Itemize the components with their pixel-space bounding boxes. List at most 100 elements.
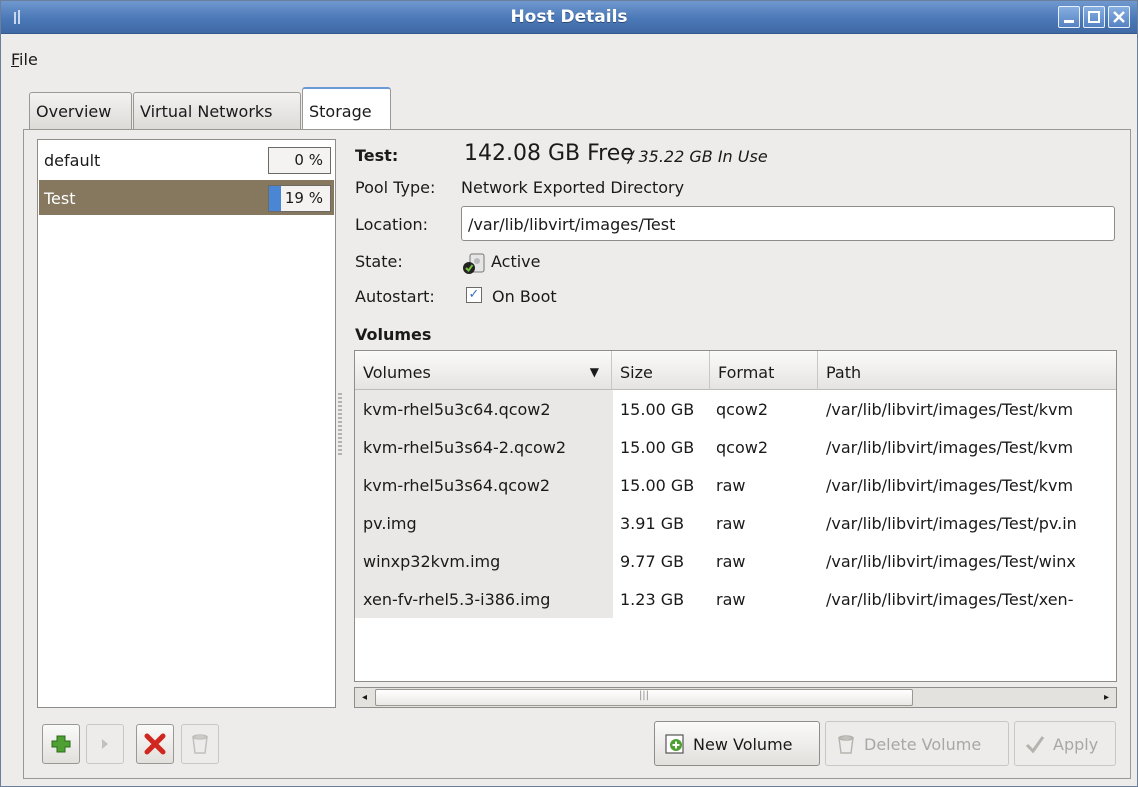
volume-size: 15.00 GB <box>620 400 695 419</box>
pool-row-default[interactable]: default 0 % <box>39 142 334 177</box>
volume-size: 15.00 GB <box>620 438 695 457</box>
title-bar[interactable]: Host Details <box>1 1 1137 34</box>
start-pool-button[interactable] <box>86 724 124 764</box>
play-icon <box>102 739 108 749</box>
pool-free-space: 142.08 GB Free <box>464 141 634 166</box>
volume-format: raw <box>716 476 746 495</box>
add-pool-button[interactable] <box>42 724 80 764</box>
volume-format: qcow2 <box>716 438 769 457</box>
pool-name: Test <box>44 189 76 208</box>
tab-overview[interactable]: Overview <box>29 92 132 129</box>
volumes-heading: Volumes <box>355 325 432 344</box>
delete-volume-button[interactable]: Delete Volume <box>825 721 1009 766</box>
maximize-icon <box>1088 11 1100 23</box>
scroll-right-icon[interactable]: ▸ <box>1098 689 1115 706</box>
volume-path: /var/lib/libvirt/images/Test/pv.in <box>826 514 1077 533</box>
stop-x-icon <box>144 733 166 755</box>
apply-label: Apply <box>1053 735 1099 754</box>
plus-icon <box>51 735 71 753</box>
column-header-format[interactable]: Format <box>710 351 818 390</box>
column-header-volumes[interactable]: Volumes ▼ <box>355 351 612 390</box>
table-row[interactable]: kvm-rhel5u3s64-2.qcow2 15.00 GB qcow2 /v… <box>355 429 1116 467</box>
stop-pool-button[interactable] <box>136 724 174 764</box>
storage-pool-list[interactable]: default 0 % Test 19 % <box>37 139 336 708</box>
autostart-label: Autostart: <box>355 287 435 306</box>
pool-row-test[interactable]: Test 19 % <box>39 180 334 215</box>
new-volume-icon <box>665 734 684 754</box>
table-row[interactable]: winxp32kvm.img 9.77 GB raw /var/lib/libv… <box>355 543 1116 581</box>
volume-size: 15.00 GB <box>620 476 695 495</box>
tab-virtual-networks[interactable]: Virtual Networks <box>133 92 301 129</box>
location-field[interactable]: /var/lib/libvirt/images/Test <box>461 206 1115 241</box>
column-header-label: Volumes <box>363 363 431 382</box>
table-row[interactable]: kvm-rhel5u3c64.qcow2 15.00 GB qcow2 /var… <box>355 391 1116 429</box>
column-header-size[interactable]: Size <box>612 351 710 390</box>
state-value: Active <box>491 252 541 271</box>
volume-name: winxp32kvm.img <box>363 552 501 571</box>
table-row[interactable]: xen-fv-rhel5.3-i386.img 1.23 GB raw /var… <box>355 581 1116 619</box>
column-header-path[interactable]: Path <box>818 351 1116 390</box>
volume-format: raw <box>716 590 746 609</box>
menu-file-mnemonic: F <box>11 50 20 69</box>
volume-path: /var/lib/libvirt/images/Test/kvm <box>826 476 1074 495</box>
volume-path: /var/lib/libvirt/images/Test/kvm <box>826 400 1074 419</box>
new-volume-label: New Volume <box>693 735 793 754</box>
volume-size: 1.23 GB <box>620 590 685 609</box>
volume-name: pv.img <box>363 514 417 533</box>
delete-volume-label: Delete Volume <box>864 735 982 754</box>
volume-name: kvm-rhel5u3s64-2.qcow2 <box>363 438 567 457</box>
pool-usage-bar: 19 % <box>268 185 331 212</box>
minimize-button[interactable] <box>1058 6 1080 28</box>
pool-usage-fill <box>269 186 281 211</box>
host-details-window: Host Details File Overview Virtual Netwo… <box>0 0 1138 787</box>
trash-icon <box>192 734 208 754</box>
volume-format: raw <box>716 552 746 571</box>
pool-usage-bar: 0 % <box>268 147 331 174</box>
checkmark-icon <box>1025 736 1045 754</box>
menu-bar: File <box>1 35 1137 69</box>
volume-format: qcow2 <box>716 400 769 419</box>
volumes-table-header: Volumes ▼ Size Format Path <box>355 351 1116 390</box>
tab-storage[interactable]: Storage <box>302 87 391 130</box>
window-title: Host Details <box>510 7 628 27</box>
autostart-value: On Boot <box>492 287 557 306</box>
delete-pool-button[interactable] <box>181 724 219 764</box>
pool-title-label: Test: <box>355 146 399 165</box>
new-volume-button[interactable]: New Volume <box>654 721 820 766</box>
volume-size: 9.77 GB <box>620 552 685 571</box>
pool-name: default <box>44 151 101 170</box>
volume-path: /var/lib/libvirt/images/Test/xen- <box>826 590 1074 609</box>
volume-size: 3.91 GB <box>620 514 685 533</box>
pool-usage-text: 19 % <box>284 189 323 207</box>
scrollbar-thumb[interactable]: ||| <box>375 689 913 706</box>
maximize-button[interactable] <box>1083 6 1105 28</box>
state-label: State: <box>355 252 403 271</box>
menu-file-label: ile <box>19 50 38 69</box>
volume-name: xen-fv-rhel5.3-i386.img <box>363 590 551 609</box>
volume-format: raw <box>716 514 746 533</box>
autostart-checkbox[interactable]: ✓ <box>466 287 482 303</box>
close-window-button[interactable] <box>1108 6 1130 28</box>
volume-path: /var/lib/libvirt/images/Test/winx <box>826 552 1076 571</box>
pool-in-use: / 35.22 GB In Use <box>628 147 768 166</box>
location-label: Location: <box>355 215 429 234</box>
menu-file[interactable]: File <box>11 50 38 69</box>
volume-name: kvm-rhel5u3c64.qcow2 <box>363 400 551 419</box>
minimize-icon <box>1064 20 1074 23</box>
table-row[interactable]: pv.img 3.91 GB raw /var/lib/libvirt/imag… <box>355 505 1116 543</box>
scroll-left-icon[interactable]: ◂ <box>356 689 373 706</box>
apply-button[interactable]: Apply <box>1014 721 1116 766</box>
pool-usage-text: 0 % <box>294 151 323 169</box>
pane-splitter-handle[interactable] <box>338 393 342 455</box>
volumes-table[interactable]: Volumes ▼ Size Format Path kvm-rhel5u3c6… <box>354 350 1117 682</box>
close-icon <box>1113 11 1125 23</box>
pool-type-value: Network Exported Directory <box>461 178 685 197</box>
volume-name: kvm-rhel5u3s64.qcow2 <box>363 476 551 495</box>
trash-icon <box>838 735 854 754</box>
volume-path: /var/lib/libvirt/images/Test/kvm <box>826 438 1074 457</box>
pool-type-label: Pool Type: <box>355 178 436 197</box>
sort-descending-icon: ▼ <box>589 365 599 379</box>
active-state-icon <box>463 253 485 274</box>
table-row[interactable]: kvm-rhel5u3s64.qcow2 15.00 GB raw /var/l… <box>355 467 1116 505</box>
horizontal-scrollbar[interactable]: ◂ ||| ▸ <box>354 687 1117 708</box>
